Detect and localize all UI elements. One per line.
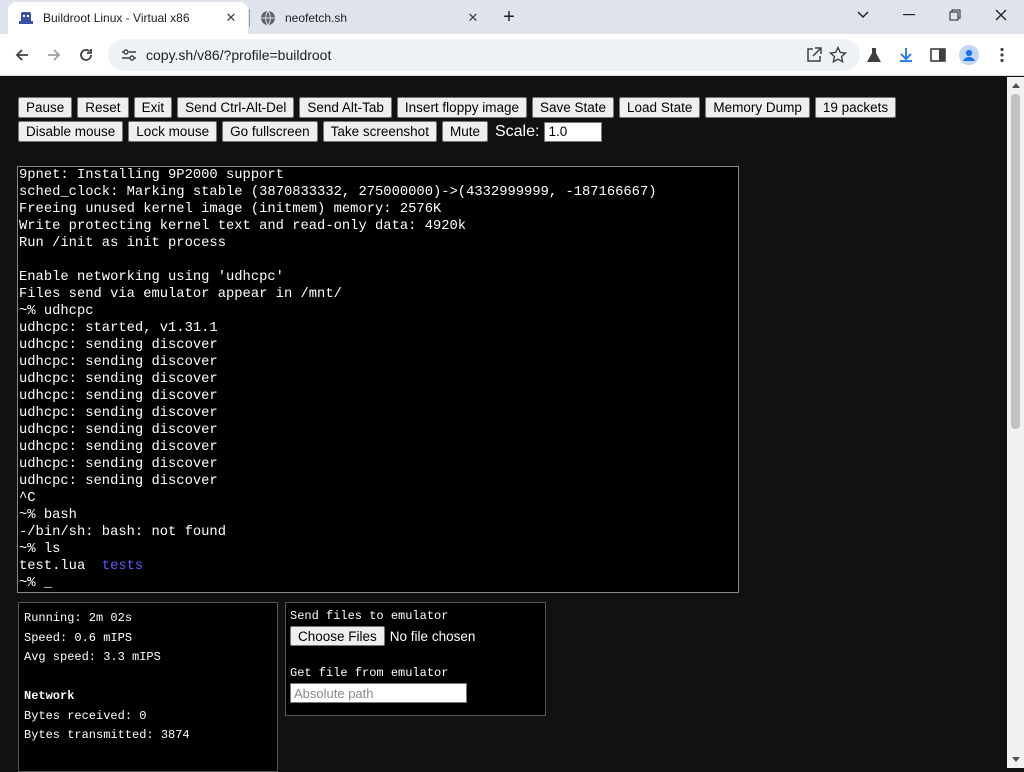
terminal-line: Write protecting kernel text and read-on… [19, 219, 467, 234]
scale-label: Scale: [494, 122, 540, 140]
bytes-received: Bytes received: 0 [24, 708, 147, 723]
screenshot-button[interactable]: Take screenshot [322, 121, 437, 142]
no-file-chosen-text: No file chosen [389, 628, 476, 644]
terminal-line: sched_clock: Marking stable (3870833332,… [19, 185, 657, 200]
get-file-label: Get file from emulator [290, 666, 449, 680]
control-row-1: Pause Reset Exit Send Ctrl-Alt-Del Send … [18, 97, 897, 118]
terminal-line: Files send via emulator appear in /mnt/ [19, 287, 342, 302]
globe-icon [260, 10, 276, 26]
load-state-button[interactable]: Load State [619, 97, 701, 118]
tab-title: neofetch.sh [285, 11, 348, 25]
terminal-lines: 9pnet: Installing 9P2000 support sched_c… [19, 168, 657, 557]
exit-button[interactable]: Exit [133, 97, 173, 118]
absolute-path-input[interactable] [290, 683, 467, 703]
close-icon[interactable]: ✕ [222, 9, 240, 27]
address-bar[interactable]: copy.sh/v86/?profile=buildroot [108, 39, 860, 71]
terminal-line: Run /init as init process [19, 236, 226, 251]
forward-arrow-icon[interactable] [41, 42, 67, 68]
terminal-line: ^C [19, 491, 36, 506]
running-time: Running: 2m 02s [24, 611, 133, 625]
reset-button[interactable]: Reset [77, 97, 129, 118]
site-settings-icon[interactable] [120, 46, 138, 64]
send-files-label: Send files to emulator [290, 609, 449, 623]
memory-dump-button[interactable]: Memory Dump [705, 97, 810, 118]
kebab-menu-icon[interactable] [991, 44, 1013, 66]
terminal-line: ~% udhcpc [19, 304, 94, 319]
terminal-line: 9pnet: Installing 9P2000 support [19, 168, 284, 183]
minimize-icon[interactable] [886, 0, 932, 30]
scale-input[interactable] [544, 121, 603, 142]
browser-toolbar: copy.sh/v86/?profile=buildroot [0, 34, 1024, 76]
avg-speed-readout: Avg speed: 3.3 mIPS [24, 650, 161, 664]
tab-neofetch[interactable]: neofetch.sh ✕ [250, 2, 490, 34]
page-scrollbar[interactable] [1007, 77, 1024, 768]
disable-mouse-button[interactable]: Disable mouse [18, 121, 124, 142]
bytes-transmitted: Bytes transmitted: 3874 [24, 728, 190, 742]
stats-panel: Running: 2m 02s Speed: 0.6 mIPS Avg spee… [18, 602, 278, 772]
terminal-line: udhcpc: sending discover [19, 338, 218, 353]
chevron-down-icon[interactable] [840, 0, 886, 30]
scroll-up-arrow[interactable] [1012, 83, 1020, 88]
insert-floppy-button[interactable]: Insert floppy image [396, 97, 527, 118]
profile-icon[interactable] [958, 44, 980, 66]
window-close-icon[interactable] [978, 0, 1024, 30]
restore-icon[interactable] [932, 0, 978, 30]
star-icon[interactable] [827, 44, 849, 66]
mute-button[interactable]: Mute [441, 121, 488, 142]
share-icon[interactable] [803, 44, 825, 66]
terminal-line: ~% ls [19, 542, 61, 557]
emulator-screen[interactable]: 9pnet: Installing 9P2000 support sched_c… [17, 166, 739, 593]
plus-icon[interactable]: + [498, 6, 520, 28]
lock-mouse-button[interactable]: Lock mouse [128, 121, 218, 142]
packets-button[interactable]: 19 packets [814, 97, 897, 118]
v86-favicon-icon [18, 10, 34, 26]
fullscreen-button[interactable]: Go fullscreen [222, 121, 318, 142]
terminal-line: udhcpc: sending discover [19, 389, 218, 404]
terminal-line: ~% bash [19, 508, 77, 523]
terminal-line: Freeing unused kernel image (initmem) me… [19, 202, 442, 217]
tab-title: Buildroot Linux - Virtual x86 [43, 11, 190, 25]
tab-strip: Buildroot Linux - Virtual x86 ✕ neofetch… [0, 0, 1024, 34]
pause-button[interactable]: Pause [18, 97, 73, 118]
reload-icon[interactable] [73, 42, 99, 68]
save-state-button[interactable]: Save State [531, 97, 615, 118]
close-icon[interactable]: ✕ [464, 9, 482, 27]
back-arrow-icon[interactable] [9, 42, 35, 68]
ls-file: test.lua [19, 559, 86, 574]
file-transfer-panel: Send files to emulator Choose Files No f… [285, 602, 546, 716]
scroll-down-arrow[interactable] [1012, 757, 1020, 762]
terminal-line: udhcpc: sending discover [19, 474, 218, 489]
download-icon[interactable] [895, 44, 917, 66]
terminal-line: udhcpc: sending discover [19, 457, 218, 472]
terminal-line: Enable networking using 'udhcpc' [19, 270, 284, 285]
url-text: copy.sh/v86/?profile=buildroot [146, 47, 332, 63]
terminal-line: udhcpc: started, v1.31.1 [19, 321, 218, 336]
terminal-line: udhcpc: sending discover [19, 355, 218, 370]
network-heading: Network [24, 689, 75, 703]
file-picker: Choose Files No file chosen [290, 626, 541, 646]
terminal-line: udhcpc: sending discover [19, 440, 218, 455]
tab-buildroot[interactable]: Buildroot Linux - Virtual x86 ✕ [8, 2, 248, 34]
terminal-line: -/bin/sh: bash: not found [19, 525, 226, 540]
ls-directory: tests [101, 559, 144, 574]
speed-readout: Speed: 0.6 mIPS [24, 630, 133, 645]
terminal-output: 9pnet: Installing 9P2000 support sched_c… [19, 167, 657, 592]
choose-files-button[interactable]: Choose Files [290, 626, 385, 646]
terminal-prompt: ~% _ [19, 576, 53, 591]
side-panel-icon[interactable] [927, 44, 949, 66]
terminal-line: udhcpc: sending discover [19, 423, 218, 438]
scrollbar-thumb[interactable] [1011, 94, 1020, 429]
labs-flask-icon[interactable] [863, 44, 885, 66]
emulator-page: Pause Reset Exit Send Ctrl-Alt-Del Send … [0, 77, 1007, 772]
terminal-line: udhcpc: sending discover [19, 372, 218, 387]
send-alt-tab-button[interactable]: Send Alt-Tab [299, 97, 392, 118]
terminal-line: udhcpc: sending discover [19, 406, 218, 421]
control-row-2: Disable mouse Lock mouse Go fullscreen T… [18, 121, 603, 142]
send-ctrl-alt-del-button[interactable]: Send Ctrl-Alt-Del [177, 97, 295, 118]
